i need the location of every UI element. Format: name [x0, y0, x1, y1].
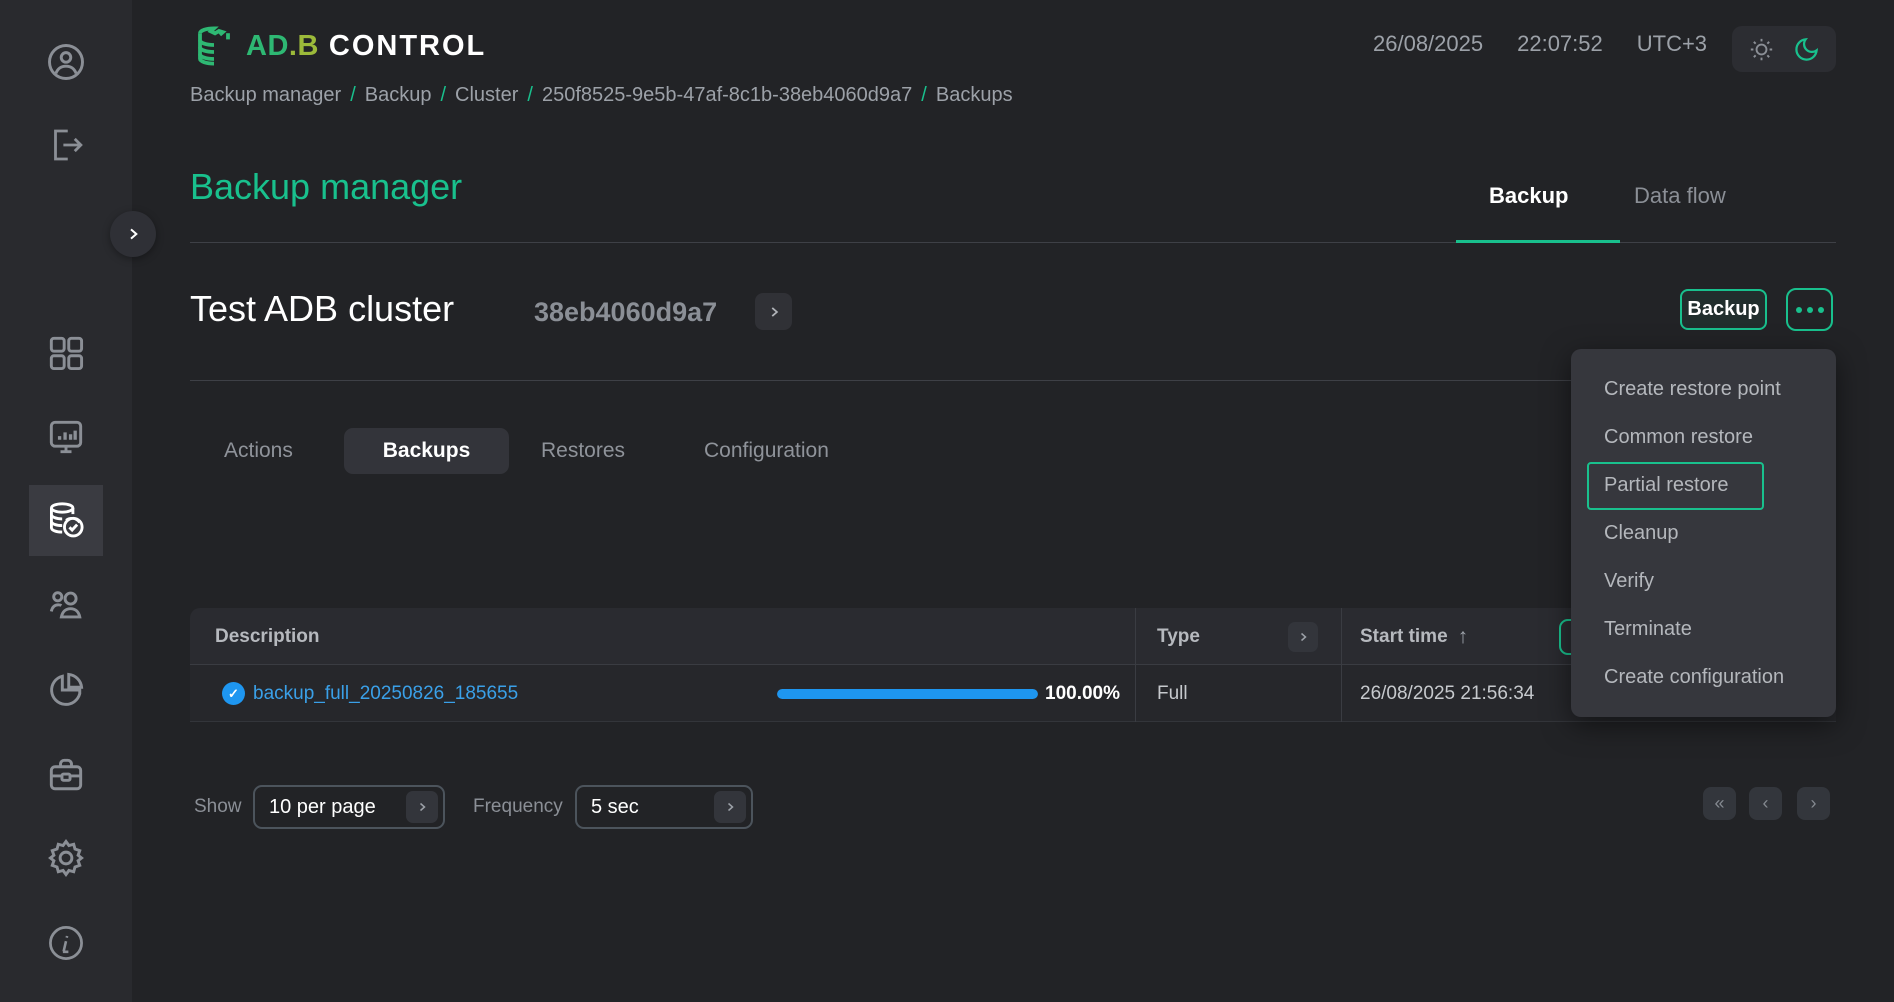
- light-theme-sun-icon[interactable]: [1748, 36, 1775, 63]
- page-title: Backup manager: [190, 166, 463, 207]
- pagination-next-button[interactable]: ›: [1797, 787, 1830, 820]
- info-icon[interactable]: [44, 921, 88, 965]
- logo-part-ad: AD: [246, 29, 289, 62]
- more-actions-button[interactable]: [1786, 288, 1833, 331]
- cluster-expand-button[interactable]: [755, 293, 792, 330]
- logout-icon[interactable]: [45, 124, 87, 166]
- backup-name-link[interactable]: backup_full_20250826_185655: [253, 665, 518, 722]
- tab-backup[interactable]: Backup: [1489, 183, 1568, 209]
- timezone: UTC+3: [1636, 31, 1708, 56]
- pie-chart-icon[interactable]: [44, 668, 88, 712]
- active-tab-underline: [1456, 240, 1620, 243]
- current-date: 26/08/2025: [1373, 31, 1484, 56]
- tab-actions[interactable]: Actions: [224, 428, 293, 474]
- breadcrumb-backup-manager[interactable]: Backup manager: [190, 84, 341, 107]
- tab-configuration[interactable]: Configuration: [704, 428, 829, 474]
- cluster-name: Test ADB cluster: [190, 288, 455, 329]
- apps-grid-icon[interactable]: [44, 331, 88, 375]
- breadcrumb-separator: /: [440, 84, 447, 106]
- datetime-display: 26/08/2025 22:07:52 UTC+3: [1373, 31, 1707, 57]
- sort-ascending-icon[interactable]: ↑: [1458, 625, 1469, 649]
- backup-start-time-cell: 26/08/2025 21:56:34: [1360, 682, 1535, 704]
- tab-data-flow[interactable]: Data flow: [1634, 183, 1726, 209]
- menu-item-cleanup[interactable]: Cleanup: [1571, 509, 1836, 557]
- breadcrumb-separator: /: [350, 84, 356, 106]
- column-divider: [1341, 608, 1342, 722]
- type-filter-expand-button[interactable]: [1288, 622, 1318, 652]
- breadcrumb-cluster-id[interactable]: 250f8525-9e5b-47af-8c1b-38eb4060d9a7: [542, 84, 912, 107]
- dark-theme-moon-icon[interactable]: [1793, 36, 1820, 63]
- tab-backups-active[interactable]: Backups: [344, 428, 509, 474]
- backup-progress-bar: [777, 689, 1038, 699]
- column-divider: [1135, 608, 1136, 722]
- breadcrumb-separator: /: [527, 84, 533, 106]
- logo-text: AD .B CONTROL: [246, 30, 486, 63]
- backup-button[interactable]: Backup: [1680, 289, 1767, 330]
- app-logo[interactable]: AD .B CONTROL: [190, 22, 486, 70]
- menu-item-partial-restore[interactable]: Partial restore: [1571, 461, 1836, 510]
- actions-dropdown-menu: Create restore point Common restore Part…: [1571, 349, 1836, 717]
- breadcrumb-cluster[interactable]: Cluster: [455, 84, 518, 107]
- chevron-down-icon[interactable]: [406, 791, 438, 823]
- page-size-select[interactable]: 10 per page: [253, 785, 445, 829]
- logo-part-b: .B: [288, 29, 319, 62]
- pagination-first-button[interactable]: «: [1703, 787, 1736, 820]
- menu-item-terminate[interactable]: Terminate: [1571, 605, 1836, 653]
- breadcrumb-separator: /: [921, 84, 927, 106]
- sidebar-item-backup-active[interactable]: [29, 485, 103, 556]
- logo-part-control: CONTROL: [328, 29, 487, 62]
- menu-item-create-configuration[interactable]: Create configuration: [1571, 653, 1836, 701]
- backup-manager-app: AD .B CONTROL 26/08/2025 22:07:52 UTC+3 Ba…: [0, 0, 1894, 1002]
- menu-item-verify[interactable]: Verify: [1571, 557, 1836, 605]
- tab-restores[interactable]: Restores: [541, 428, 625, 474]
- frequency-select[interactable]: 5 sec: [575, 785, 753, 829]
- user-profile-icon[interactable]: [44, 40, 88, 84]
- sidebar: [0, 0, 156, 1002]
- backup-type-cell: Full: [1157, 682, 1188, 704]
- logo-database-icon: [190, 22, 238, 70]
- column-header-description: Description: [215, 625, 320, 647]
- show-label: Show: [194, 796, 242, 817]
- menu-item-create-restore-point[interactable]: Create restore point: [1571, 365, 1836, 413]
- frequency-label: Frequency: [473, 796, 563, 817]
- column-header-type: Type: [1157, 625, 1200, 647]
- menu-item-common-restore[interactable]: Common restore: [1571, 413, 1836, 461]
- current-time: 22:07:52: [1517, 31, 1603, 56]
- users-icon[interactable]: [44, 583, 88, 627]
- jobs-briefcase-icon[interactable]: [44, 753, 88, 797]
- breadcrumb-backup[interactable]: Backup: [365, 84, 432, 107]
- breadcrumb-backups[interactable]: Backups: [936, 84, 1013, 107]
- column-header-start-time[interactable]: Start time ↑: [1360, 608, 1468, 665]
- backup-success-icon: ✓: [222, 682, 245, 705]
- settings-gear-icon[interactable]: [44, 836, 88, 880]
- sidebar-expand-button[interactable]: [110, 211, 156, 257]
- theme-toggle: [1732, 26, 1836, 72]
- pagination-prev-button[interactable]: ‹: [1749, 787, 1782, 820]
- breadcrumb: Backup manager / Backup / Cluster / 250f…: [190, 84, 1013, 107]
- monitoring-icon[interactable]: [44, 415, 88, 459]
- cluster-id: 38eb4060d9a7: [534, 297, 718, 327]
- backup-progress-percent: 100.00%: [1045, 682, 1121, 704]
- chevron-down-icon[interactable]: [714, 791, 746, 823]
